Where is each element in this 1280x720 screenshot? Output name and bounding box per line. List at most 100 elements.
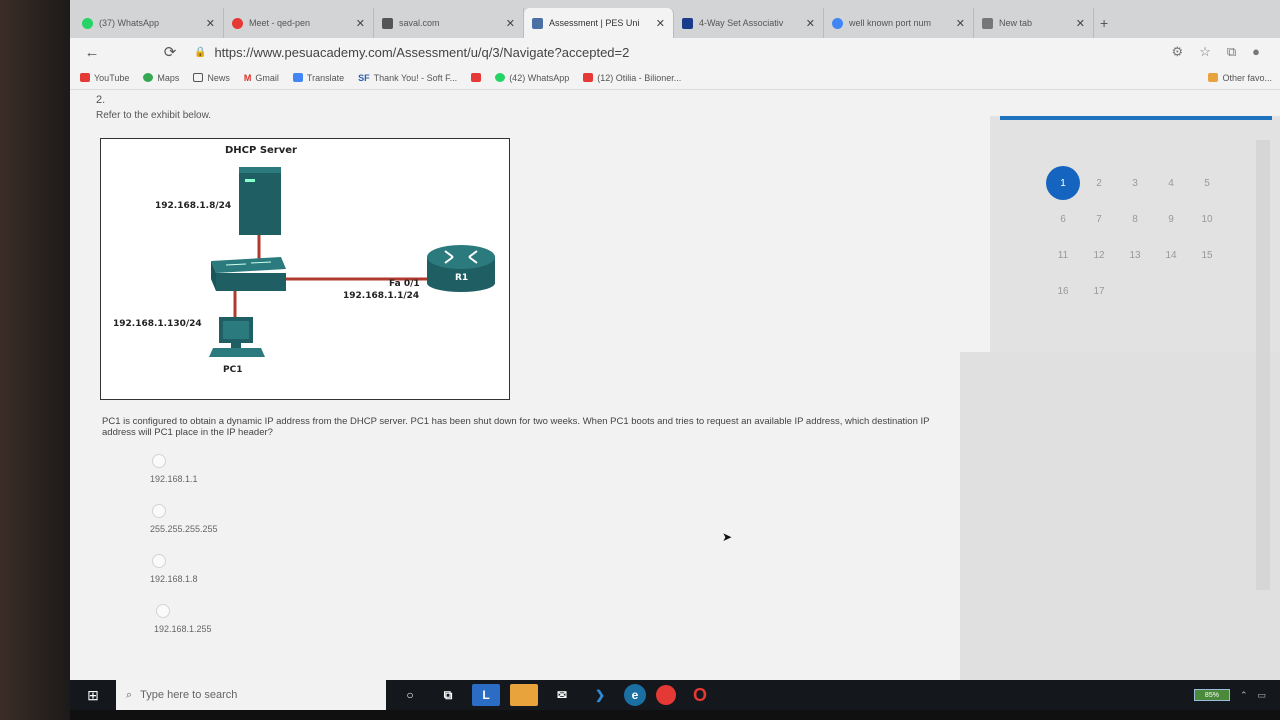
app-l-icon[interactable]: L [472, 684, 500, 706]
close-icon[interactable]: ✕ [806, 17, 815, 30]
screen-bezel [0, 0, 70, 720]
question-navigator: 1 2 3 4 5 6 7 8 9 10 11 12 13 14 15 16 17 [990, 116, 1280, 352]
tab-whatsapp[interactable]: (37) WhatsApp ✕ [74, 8, 224, 38]
tab-saval[interactable]: saval.com ✕ [374, 8, 524, 38]
question-nav-item[interactable]: 10 [1190, 202, 1224, 236]
opera-icon[interactable]: O [686, 684, 714, 706]
close-icon[interactable]: ✕ [356, 17, 365, 30]
task-view-icon[interactable]: ⧉ [434, 684, 462, 706]
radio-button[interactable] [156, 604, 170, 618]
bookmark-whatsapp[interactable]: (42) WhatsApp [495, 73, 569, 83]
router-ip: 192.168.1.1/24 [343, 291, 420, 301]
tab-label: Meet - qed-pen [249, 18, 311, 28]
router-icon [427, 245, 495, 292]
bookmark-maps[interactable]: Maps [143, 73, 179, 83]
network-exhibit: DHCP Server 192.168.1.8/24 R1 Fa 0/1 192… [100, 138, 510, 400]
file-explorer-icon[interactable] [510, 684, 538, 706]
bookmark-otilia[interactable]: (12) Otilia - Bilioner... [583, 73, 681, 83]
meet-icon [232, 17, 243, 29]
notification-icon[interactable]: ▭ [1257, 690, 1266, 701]
chrome-icon[interactable] [656, 685, 676, 705]
question-nav-item[interactable]: 1 [1046, 166, 1080, 200]
search-icon: ⌕ [126, 688, 133, 701]
option-label: 192.168.1.255 [154, 624, 212, 634]
bookmark-news[interactable]: News [193, 73, 230, 83]
question-nav-item[interactable]: 3 [1118, 166, 1152, 200]
close-icon[interactable]: ✕ [656, 17, 665, 30]
question-nav-item[interactable]: 11 [1046, 238, 1080, 272]
radio-button[interactable] [152, 454, 166, 468]
router-name: R1 [455, 273, 469, 283]
option-label: 255.255.255.255 [150, 524, 218, 534]
bookmark-other-favorites[interactable]: Other favo... [1208, 73, 1272, 83]
question-nav-item[interactable]: 13 [1118, 238, 1152, 272]
tab-meet[interactable]: Meet - qed-pen ✕ [224, 8, 374, 38]
radio-button[interactable] [152, 554, 166, 568]
answer-option[interactable]: 192.168.1.1 [150, 454, 410, 484]
pc-ip: 192.168.1.130/24 [113, 319, 202, 329]
bookmark-thankyou[interactable]: SF Thank You! - Soft F... [358, 73, 457, 83]
pes-icon [532, 17, 543, 29]
question-nav-item[interactable]: 15 [1190, 238, 1224, 272]
cortana-icon[interactable]: ○ [396, 684, 424, 706]
youtube-icon [583, 73, 594, 82]
tab-assessment[interactable]: Assessment | PES Uni ✕ [524, 8, 674, 38]
collections-icon[interactable]: ⧉ [1227, 44, 1236, 60]
mail-icon[interactable]: ✉ [548, 684, 576, 706]
edge-icon[interactable]: e [624, 684, 646, 706]
browser-tab-bar: (37) WhatsApp ✕ Meet - qed-pen ✕ saval.c… [70, 0, 1280, 38]
favorite-icon[interactable]: ☆ [1199, 44, 1211, 60]
bookmark-translate[interactable]: Translate [292, 73, 344, 83]
question-nav-item[interactable]: 8 [1118, 202, 1152, 236]
tab-label: New tab [999, 18, 1033, 28]
tab-newtab[interactable]: New tab ✕ [974, 8, 1094, 38]
bookmark-youtube[interactable]: YouTube [80, 73, 129, 83]
new-tab-button[interactable]: + [1100, 8, 1108, 38]
bookmark-gmail[interactable]: M Gmail [244, 73, 279, 83]
tab-label: 4-Way Set Associativ [699, 18, 784, 28]
windows-start-icon[interactable]: ⊞ [70, 680, 116, 710]
question-nav-item[interactable]: 5 [1190, 166, 1224, 200]
answer-option[interactable]: 255.255.255.255 [150, 504, 410, 534]
question-nav-item[interactable]: 2 [1082, 166, 1116, 200]
ntu-icon [682, 17, 693, 29]
taskbar: ⊞ ⌕ Type here to search ○ ⧉ L ✉ ❯ e O 85… [70, 680, 1280, 710]
close-icon[interactable]: ✕ [206, 17, 215, 30]
question-nav-item[interactable]: 6 [1046, 202, 1080, 236]
close-icon[interactable]: ✕ [956, 17, 965, 30]
bookmark-youtube-2[interactable] [471, 73, 482, 82]
tab-label: well known port num [849, 18, 932, 28]
taskbar-search[interactable]: ⌕ Type here to search [116, 680, 386, 710]
tab-google-search[interactable]: well known port num ✕ [824, 8, 974, 38]
question-nav-item[interactable]: 14 [1154, 238, 1188, 272]
battery-icon[interactable]: 85% [1193, 689, 1230, 701]
refer-text: Refer to the exhibit below. [96, 110, 212, 121]
question-nav-item[interactable]: 7 [1082, 202, 1116, 236]
question-nav-item[interactable]: 4 [1154, 166, 1188, 200]
scrollbar[interactable] [1256, 140, 1270, 590]
radio-button[interactable] [152, 504, 166, 518]
tab-4way[interactable]: 4-Way Set Associativ ✕ [674, 8, 824, 38]
youtube-icon [471, 73, 482, 82]
answer-option[interactable]: 192.168.1.8 [150, 554, 410, 584]
screen: (37) WhatsApp ✕ Meet - qed-pen ✕ saval.c… [70, 0, 1280, 720]
answer-option[interactable]: 192.168.1.255 [154, 604, 414, 634]
address-bar: ← ⟳ 🔒 https://www.pesuacademy.com/Assess… [70, 38, 1280, 66]
back-icon[interactable]: ← [82, 44, 102, 61]
tab-label: saval.com [399, 18, 440, 28]
reload-icon[interactable]: ⟳ [160, 43, 180, 61]
question-nav-item[interactable]: 16 [1046, 274, 1080, 308]
progress-bar [1000, 116, 1272, 120]
translate-icon [292, 73, 303, 82]
question-nav-item[interactable]: 9 [1154, 202, 1188, 236]
settings-icon[interactable]: ⚙ [1172, 44, 1184, 60]
vscode-icon[interactable]: ❯ [586, 684, 614, 706]
newtab-icon [982, 17, 993, 29]
close-icon[interactable]: ✕ [506, 17, 515, 30]
question-nav-item[interactable]: 17 [1082, 274, 1116, 308]
close-icon[interactable]: ✕ [1076, 17, 1085, 30]
url-field[interactable]: 🔒 https://www.pesuacademy.com/Assessment… [194, 41, 1054, 63]
profile-icon[interactable]: ● [1252, 44, 1260, 60]
question-nav-item[interactable]: 12 [1082, 238, 1116, 272]
tray-arrow-icon[interactable]: ⌃ [1240, 690, 1248, 701]
